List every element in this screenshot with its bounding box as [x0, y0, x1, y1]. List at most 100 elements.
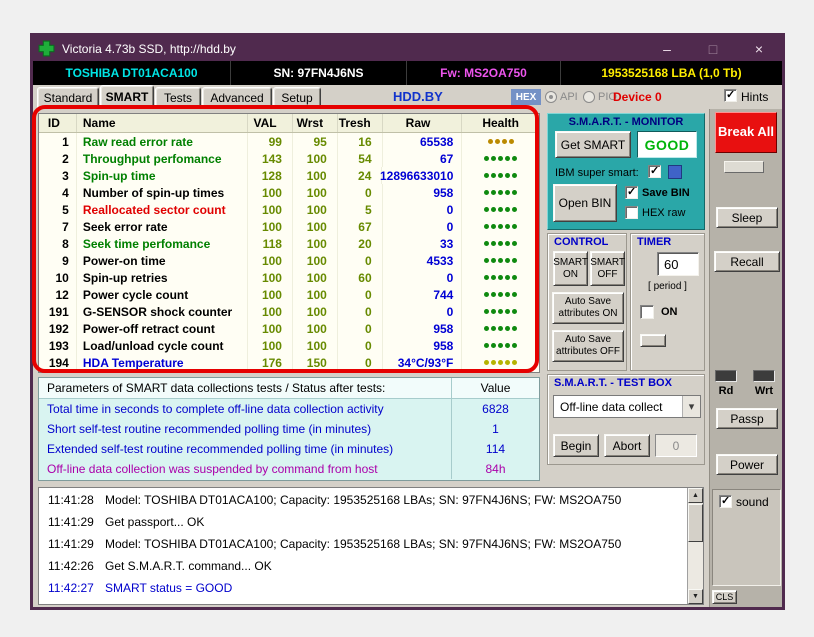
health-dot: [512, 241, 518, 246]
smart-table-row[interactable]: 7 Seek error rate 100 100 67 0: [39, 218, 539, 235]
parameters-panel: Parameters of SMART data collections tes…: [38, 377, 540, 481]
health-dot: [484, 326, 490, 331]
smart-table-row[interactable]: 1 Raw read error rate 99 95 16 65538: [39, 133, 539, 150]
api-radio[interactable]: [545, 91, 557, 103]
cell-id: 1: [39, 133, 77, 150]
scroll-down-icon[interactable]: [688, 589, 703, 604]
health-dot: [484, 156, 490, 161]
smart-table-row[interactable]: 12 Power cycle count 100 100 0 744: [39, 286, 539, 303]
smart-table-row[interactable]: 9 Power-on time 100 100 0 4533: [39, 252, 539, 269]
cell-val: 100: [248, 303, 293, 320]
device-firmware: Fw: MS2OA750: [406, 61, 560, 85]
health-dot: [498, 275, 504, 280]
cell-val: 118: [248, 235, 293, 252]
cell-val: 100: [248, 269, 293, 286]
tab-smart[interactable]: SMART: [100, 85, 154, 109]
health-dot: [491, 360, 497, 365]
hints-checkbox[interactable]: [724, 88, 737, 102]
test-type-dropdown[interactable]: Off-line data collect: [553, 395, 701, 418]
sleep-button[interactable]: Sleep: [716, 207, 778, 228]
log-panel[interactable]: 11:41:28 Model: TOSHIBA DT01ACA100; Capa…: [38, 487, 704, 605]
power-button[interactable]: Power: [716, 454, 778, 475]
parameter-row: Total time in seconds to complete off-li…: [39, 399, 539, 419]
smart-table-body: 1 Raw read error rate 99 95 16 65538 2 T…: [39, 133, 539, 371]
health-dot: [484, 343, 490, 348]
smart-table-row[interactable]: 3 Spin-up time 128 100 24 12896633010: [39, 167, 539, 184]
minimize-button[interactable]: –: [644, 36, 690, 61]
abort-button[interactable]: Abort: [604, 434, 650, 457]
get-smart-button[interactable]: Get SMART: [555, 131, 631, 158]
control-title: CONTROL: [554, 236, 609, 248]
cell-tresh: 0: [338, 252, 383, 269]
sound-checkbox[interactable]: [719, 494, 732, 508]
cell-id: 193: [39, 337, 77, 354]
health-dot: [484, 292, 490, 297]
smart-table-row[interactable]: 8 Seek time perfomance 118 100 20 33: [39, 235, 539, 252]
cell-val: 128: [248, 167, 293, 184]
close-button[interactable]: ×: [736, 36, 782, 61]
cell-raw: 958: [383, 320, 463, 337]
rd-label: Rd: [718, 385, 734, 397]
hex-button[interactable]: HEX: [511, 89, 541, 105]
tab-setup[interactable]: Setup: [273, 87, 321, 109]
scroll-up-icon[interactable]: [688, 488, 703, 503]
smart-off-button[interactable]: SMART OFF: [590, 251, 625, 286]
health-dot: [484, 224, 490, 229]
cell-id: 8: [39, 235, 77, 252]
sound-label: sound: [736, 495, 769, 509]
cell-wrst: 100: [293, 218, 338, 235]
tab-advanced[interactable]: Advanced: [202, 87, 272, 109]
timer-on-checkbox[interactable]: [640, 305, 654, 319]
health-dot: [491, 173, 497, 178]
health-dot: [512, 224, 518, 229]
passport-button[interactable]: Passp: [716, 408, 778, 429]
cell-tresh: 0: [338, 286, 383, 303]
health-dot: [498, 207, 504, 212]
health-dot: [505, 190, 511, 195]
begin-button[interactable]: Begin: [553, 434, 599, 457]
pio-radio[interactable]: [583, 91, 595, 103]
health-dot: [512, 258, 518, 263]
hdd-by-link[interactable]: HDD.BY: [393, 89, 443, 104]
maximize-button[interactable]: □: [690, 36, 736, 61]
parameter-text: Total time in seconds to complete off-li…: [47, 402, 384, 416]
health-dot: [484, 173, 490, 178]
auto-save-attributes-on-button[interactable]: Auto Save attributes ON: [552, 292, 624, 324]
app-icon: [38, 40, 55, 57]
smart-table-row[interactable]: 2 Throughput perfomance 143 100 54 67: [39, 150, 539, 167]
smart-table-row[interactable]: 191 G-SENSOR shock counter 100 100 0 0: [39, 303, 539, 320]
tab-tests[interactable]: Tests: [155, 87, 201, 109]
smart-table-row[interactable]: 5 Reallocated sector count 100 100 5 0: [39, 201, 539, 218]
save-bin-checkbox[interactable]: [625, 185, 638, 199]
auto-save-attributes-off-button[interactable]: Auto Save attributes OFF: [552, 330, 624, 362]
ibm-super-smart-checkbox[interactable]: [648, 164, 661, 178]
health-dot: [512, 343, 518, 348]
cls-button[interactable]: CLS: [712, 590, 737, 604]
log-message: Model: TOSHIBA DT01ACA100; Capacity: 195…: [105, 493, 622, 507]
log-scrollbar[interactable]: [687, 488, 703, 604]
recall-button[interactable]: Recall: [714, 251, 780, 272]
cell-tresh: 5: [338, 201, 383, 218]
health-dot: [498, 224, 504, 229]
health-dot: [512, 173, 518, 178]
smart-on-button[interactable]: SMART ON: [553, 251, 588, 286]
ibm-extra-box[interactable]: [668, 165, 682, 179]
cell-wrst: 100: [293, 286, 338, 303]
smart-table-row[interactable]: 192 Power-off retract count 100 100 0 95…: [39, 320, 539, 337]
scrollbar-thumb[interactable]: [688, 504, 703, 542]
smart-table-row[interactable]: 10 Spin-up retries 100 100 60 0: [39, 269, 539, 286]
tab-standard[interactable]: Standard: [37, 87, 99, 109]
smart-table-row[interactable]: 193 Load/unload cycle count 100 100 0 95…: [39, 337, 539, 354]
cell-wrst: 100: [293, 201, 338, 218]
smart-table-row[interactable]: 194 HDA Temperature 176 150 0 34°C/93°F: [39, 354, 539, 371]
parameter-value: 6828: [451, 399, 539, 419]
open-bin-button[interactable]: Open BIN: [553, 184, 617, 222]
cell-val: 143: [248, 150, 293, 167]
hex-raw-checkbox[interactable]: [625, 206, 638, 219]
cell-raw: 958: [383, 337, 463, 354]
break-all-button[interactable]: Break All: [715, 112, 777, 153]
timer-period-input[interactable]: 60: [657, 252, 699, 276]
smart-table-row[interactable]: 4 Number of spin-up times 100 100 0 958: [39, 184, 539, 201]
cell-wrst: 100: [293, 150, 338, 167]
health-cell: [462, 133, 539, 150]
